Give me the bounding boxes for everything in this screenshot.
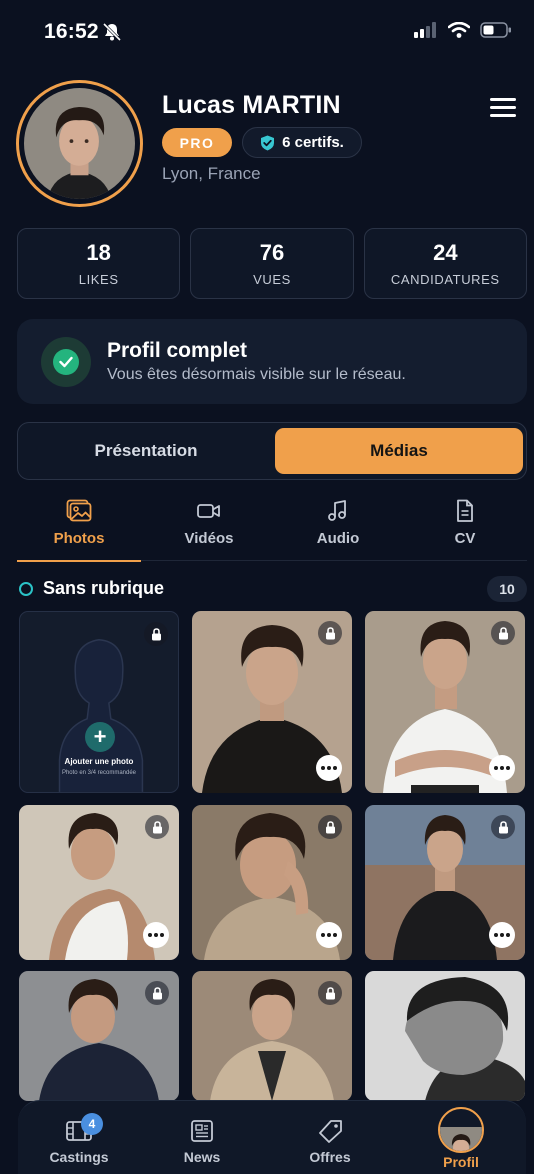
- section-count-badge: 10: [487, 576, 527, 602]
- stat-likes[interactable]: 18 LIKES: [17, 228, 181, 299]
- pro-badge: PRO: [162, 128, 232, 157]
- wifi-icon: [448, 22, 470, 38]
- more-options-icon[interactable]: [143, 922, 169, 948]
- battery-icon: [480, 22, 511, 38]
- lock-icon: [318, 815, 342, 839]
- nav-offers-label: Offres: [309, 1149, 351, 1165]
- nav-profile[interactable]: Profil: [406, 1101, 516, 1174]
- stat-value: 18: [86, 240, 111, 265]
- segment-media[interactable]: Médias: [275, 428, 523, 474]
- lock-icon: [491, 621, 515, 645]
- section-title: Sans rubrique: [43, 578, 165, 598]
- lock-icon: [145, 815, 169, 839]
- profile-avatar[interactable]: [16, 80, 143, 207]
- tag-icon: [319, 1120, 342, 1143]
- news-icon: [191, 1120, 213, 1142]
- photo-thumbnail[interactable]: [365, 805, 525, 960]
- music-icon: [328, 500, 346, 521]
- stats-row: 18 LIKES 76 VUES 24 CANDIDATURES: [17, 228, 527, 299]
- avatar: [24, 88, 135, 199]
- photo-thumbnail[interactable]: [19, 971, 179, 1101]
- nav-profile-label: Profil: [443, 1154, 479, 1170]
- profile-complete-title: Profil complet: [107, 339, 248, 362]
- avatar: [438, 1107, 484, 1153]
- nav-offers[interactable]: Offres: [275, 1101, 385, 1174]
- user-name: Lucas MARTIN: [162, 91, 341, 119]
- certifications-badge[interactable]: 6 certifs.: [242, 127, 362, 158]
- more-options-icon[interactable]: [316, 755, 342, 781]
- lock-icon: [318, 621, 342, 645]
- more-options-icon[interactable]: [489, 922, 515, 948]
- bell-off-icon: [102, 22, 122, 42]
- nav-castings-label: Castings: [49, 1149, 109, 1165]
- stat-label: LIKES: [78, 272, 119, 287]
- tab-photos[interactable]: Photos: [17, 495, 141, 562]
- stat-value: 24: [433, 240, 458, 265]
- stat-value: 76: [259, 240, 285, 265]
- lock-icon: [145, 981, 169, 1005]
- tab-cv-label: CV: [454, 530, 476, 547]
- add-photo-hint: Photo en 3/4 recommandée: [61, 770, 137, 776]
- media-tabs: Photos Vidéos Audio CV: [17, 495, 527, 562]
- lock-icon: [318, 981, 342, 1005]
- section-header: Sans rubrique 10: [17, 576, 527, 602]
- photo-icon: [66, 499, 92, 522]
- section-dot-icon: [19, 582, 33, 596]
- tab-cv[interactable]: CV: [403, 495, 527, 561]
- more-options-icon[interactable]: [316, 922, 342, 948]
- tab-photos-label: Photos: [53, 530, 105, 547]
- more-options-icon[interactable]: [489, 755, 515, 781]
- photo-thumbnail[interactable]: [192, 971, 352, 1101]
- profile-complete-subtitle: Vous êtes désormais visible sur le résea…: [107, 366, 406, 383]
- active-tab-indicator: [17, 560, 141, 562]
- tab-videos[interactable]: Vidéos: [147, 495, 271, 561]
- tab-audio[interactable]: Audio: [276, 495, 400, 561]
- lock-icon: [491, 815, 515, 839]
- profile-complete-card: Profil complet Vous êtes désormais visib…: [17, 319, 527, 404]
- video-icon: [197, 504, 220, 518]
- bottom-nav: 4 Castings News Offres Profil: [18, 1100, 526, 1174]
- cellular-icon: [414, 22, 436, 38]
- shield-check-icon: [261, 135, 275, 150]
- nav-news[interactable]: News: [147, 1101, 257, 1174]
- location: Lyon, France: [162, 164, 261, 183]
- add-photo-label: Ajouter une photo: [64, 757, 134, 766]
- menu-icon[interactable]: [490, 98, 516, 120]
- tab-audio-label: Audio: [316, 530, 360, 547]
- nav-news-label: News: [183, 1149, 221, 1165]
- lock-icon: [144, 622, 168, 646]
- nav-castings[interactable]: 4 Castings: [24, 1101, 134, 1174]
- stat-views[interactable]: 76 VUES: [190, 228, 354, 299]
- notification-badge: 4: [81, 1113, 103, 1135]
- stat-applications[interactable]: 24 CANDIDATURES: [363, 228, 527, 299]
- tab-videos-label: Vidéos: [184, 530, 234, 547]
- photo-thumbnail[interactable]: [365, 611, 525, 793]
- photo-thumbnail[interactable]: [192, 805, 352, 960]
- photo-thumbnail[interactable]: [192, 611, 352, 793]
- segment-presentation[interactable]: Présentation: [22, 428, 270, 474]
- plus-icon[interactable]: +: [85, 722, 115, 752]
- add-photo-card[interactable]: + Ajouter une photo Photo en 3/4 recomma…: [19, 611, 179, 793]
- certifications-label: 6 certifs.: [282, 134, 344, 151]
- status-bar: 16:52: [0, 0, 534, 62]
- status-time: 16:52: [44, 20, 99, 43]
- document-icon: [457, 499, 473, 522]
- segmented-control: Présentation Médias: [17, 422, 527, 480]
- stat-label: VUES: [253, 272, 291, 287]
- photo-thumbnail[interactable]: [19, 805, 179, 960]
- stat-label: CANDIDATURES: [390, 272, 500, 287]
- check-circle-icon: [41, 337, 91, 387]
- photo-thumbnail[interactable]: [365, 971, 525, 1101]
